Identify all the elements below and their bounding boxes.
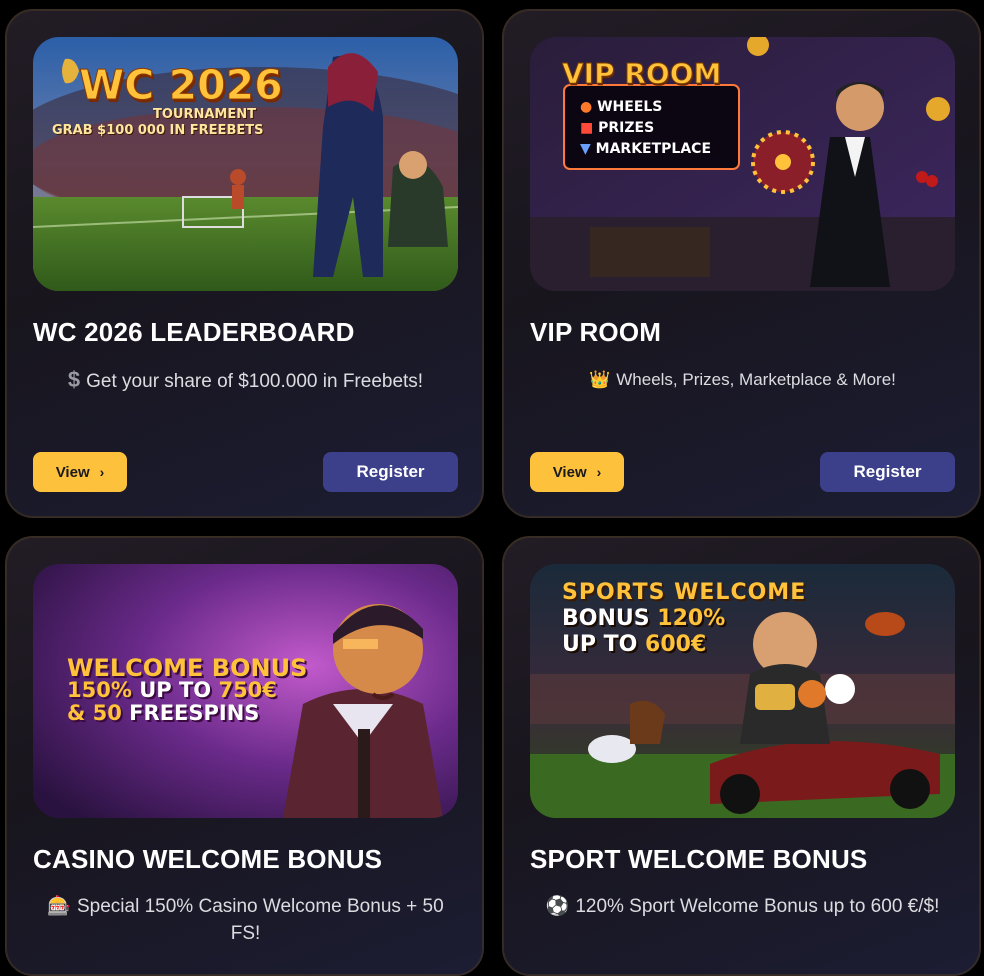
view-button-label: View — [552, 463, 587, 481]
banner-line-3: UP TO 600€ — [562, 632, 706, 657]
banner-line: TOURNAMENT — [153, 107, 256, 122]
slot-machine-icon: 🎰 — [47, 896, 71, 917]
chevron-right-icon: › — [596, 464, 602, 480]
card-description: 🎰 Special 150% Casino Welcome Bonus + 50 … — [33, 893, 458, 947]
banner-item: WHEELS — [597, 99, 663, 115]
banner-line-2: 150% UP TO 750€ — [67, 678, 277, 702]
view-button[interactable]: View › — [530, 452, 624, 492]
wheel-icon: ● — [580, 99, 593, 115]
gift-icon: ■ — [580, 120, 594, 136]
cart-icon: ▼ — [580, 141, 591, 157]
banner-headline: VIP ROOM — [561, 57, 722, 91]
promo-card-sport-welcome: SPORTS WELCOME BONUS 120% UP TO 600€ SPO… — [502, 536, 981, 976]
card-description-text: Special 150% Casino Welcome Bonus + 50 F… — [77, 896, 444, 944]
banner-percent: 120% — [657, 606, 726, 631]
card-title: SPORT WELCOME BONUS — [530, 844, 868, 874]
card-title: WC 2026 LEADERBOARD — [33, 317, 355, 347]
card-description: 👑 Wheels, Prizes, Marketplace & More! — [530, 366, 955, 393]
banner-text: BONUS — [562, 606, 650, 631]
promo-card-vip-room: VIP ROOM ● WHEELS ■ PRIZES ▼ MARKETPLACE… — [502, 9, 981, 518]
card-title: VIP ROOM — [530, 317, 662, 347]
promo-card-wc2026: WC 2026 TOURNAMENT GRAB $100 000 IN FREE… — [5, 9, 484, 518]
chevron-right-icon: › — [99, 464, 105, 480]
card-title: CASINO WELCOME BONUS — [33, 844, 383, 874]
register-button[interactable]: Register — [323, 452, 458, 492]
banner-line: GRAB $100 000 IN FREEBETS — [52, 123, 264, 138]
promo-banner-casino-welcome[interactable]: WELCOME BONUS 150% UP TO 750€ & 50 FREES… — [33, 564, 458, 818]
soccer-ball-icon: ⚽ — [545, 896, 570, 917]
register-button[interactable]: Register — [820, 452, 955, 492]
promo-banner-vip-room[interactable]: VIP ROOM ● WHEELS ■ PRIZES ▼ MARKETPLACE — [530, 37, 955, 291]
banner-line-2: BONUS 120% — [562, 606, 725, 631]
view-button-label: View — [55, 463, 90, 481]
promo-banner-sport-welcome[interactable]: SPORTS WELCOME BONUS 120% UP TO 600€ — [530, 564, 955, 818]
card-description: ⚽ 120% Sport Welcome Bonus up to 600 €/$! — [530, 893, 955, 920]
banner-amount: 750€ — [218, 678, 277, 702]
card-description-text: Wheels, Prizes, Marketplace & More! — [616, 370, 896, 389]
view-button[interactable]: View › — [33, 452, 127, 492]
banner-text: FREESPINS — [129, 701, 260, 725]
card-description: $ Get your share of $100.000 in Freebets! — [33, 366, 458, 395]
banner-amount: & 50 — [67, 701, 122, 725]
banner-amount: 600€ — [645, 632, 707, 657]
banner-item: PRIZES — [598, 120, 655, 136]
banner-text: UP TO — [139, 678, 212, 702]
banner-headline: WC 2026 — [79, 61, 284, 110]
banner-line-3: & 50 FREESPINS — [67, 701, 259, 725]
banner-text: UP TO — [562, 632, 638, 657]
dollar-icon: $ — [67, 367, 81, 392]
card-description-text: Get your share of $100.000 in Freebets! — [86, 371, 424, 392]
banner-percent: 150% — [67, 678, 132, 702]
banner-line: SPORTS WELCOME — [562, 580, 807, 605]
promo-banner-wc2026[interactable]: WC 2026 TOURNAMENT GRAB $100 000 IN FREE… — [33, 37, 458, 291]
promo-card-casino-welcome: WELCOME BONUS 150% UP TO 750€ & 50 FREES… — [5, 536, 484, 976]
banner-menu: ● WHEELS ■ PRIZES ▼ MARKETPLACE — [580, 97, 711, 160]
crown-icon: 👑 — [589, 370, 611, 389]
card-description-text: 120% Sport Welcome Bonus up to 600 €/$! — [575, 896, 940, 917]
banner-item: MARKETPLACE — [595, 141, 712, 157]
